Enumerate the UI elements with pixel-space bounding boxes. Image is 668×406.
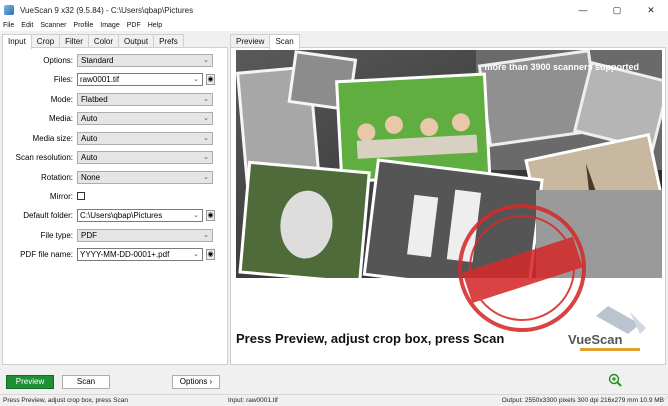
media-select[interactable]: Auto ⌄ xyxy=(77,112,213,125)
vuescan-logo: VueScan xyxy=(568,306,646,351)
chevron-down-icon: ⌄ xyxy=(203,115,209,122)
setting-media-size: Media size: Auto ⌄ xyxy=(3,132,227,146)
setting-default-folder: Default folder: C:\Users\qbap\Pictures ⌄ … xyxy=(3,209,227,223)
resize-grip-icon[interactable]: ⋰ xyxy=(662,395,668,406)
setting-label: Default folder: xyxy=(23,211,73,220)
chevron-down-icon: ⌄ xyxy=(203,154,209,161)
preview-caption: more than 3900 scanners supported xyxy=(484,62,639,72)
vuescan-app-icon xyxy=(4,5,14,15)
setting-label: Media: xyxy=(48,114,73,123)
tab-preview[interactable]: Preview xyxy=(230,34,271,48)
status-output: Output: 2550x3300 pixels 300 dpi 216x279… xyxy=(501,397,664,404)
setting-pdf-file-name: PDF file name: YYYY-MM-DD-0001+.pdf ⌄ ◉ xyxy=(3,248,227,262)
view-file-icon[interactable]: ◉ xyxy=(206,74,215,85)
chevron-down-icon: ⌄ xyxy=(203,135,209,142)
chevron-down-icon: ⌄ xyxy=(203,232,209,239)
view-tabs: Preview Scan xyxy=(230,34,300,49)
setting-label: Mode: xyxy=(50,95,73,104)
setting-rotation: Rotation: None ⌄ xyxy=(3,171,227,185)
preview-button[interactable]: Preview xyxy=(6,375,54,389)
menu-file[interactable]: File xyxy=(3,22,14,29)
settings-tabs: Input Crop Filter Color Output Prefs xyxy=(2,34,184,49)
close-button[interactable]: ✕ xyxy=(634,0,668,20)
logo-text: VueScan xyxy=(568,332,622,347)
menu-scanner[interactable]: Scanner xyxy=(40,22,66,29)
input-settings-panel: Options: Standard ⌄ Files: raw0001.tif ⌄ ◉… xyxy=(2,47,228,365)
chevron-down-icon: ⌄ xyxy=(203,57,209,64)
rotation-select[interactable]: None ⌄ xyxy=(77,171,213,184)
status-message: Press Preview, adjust crop box, press Sc… xyxy=(3,397,129,404)
setting-mirror: Mirror: xyxy=(3,190,227,204)
tab-scan[interactable]: Scan xyxy=(269,34,300,49)
menu-pdf[interactable]: PDF xyxy=(127,22,141,29)
setting-files: Files: raw0001.tif ⌄ ◉ xyxy=(3,73,227,87)
setting-label: File type: xyxy=(40,231,73,240)
view-pdf-icon[interactable]: ◉ xyxy=(206,249,215,260)
setting-label: Files: xyxy=(53,75,73,84)
tab-filter[interactable]: Filter xyxy=(59,34,89,48)
tab-prefs[interactable]: Prefs xyxy=(153,34,184,48)
chevron-down-icon: ⌄ xyxy=(203,96,209,103)
setting-options: Options: Standard ⌄ xyxy=(3,54,227,68)
setting-label: Rotation: xyxy=(40,173,73,182)
tab-input[interactable]: Input xyxy=(2,34,32,49)
setting-scan-resolution: Scan resolution: Auto ⌄ xyxy=(3,151,227,165)
setting-mode: Mode: Flatbed ⌄ xyxy=(3,93,227,107)
sample-photo-collage: more than 3900 scanners supported xyxy=(236,50,662,278)
chevron-down-icon: ⌄ xyxy=(193,212,199,219)
status-input: Input: raw0001.tif xyxy=(228,397,278,404)
chevron-down-icon: ⌄ xyxy=(193,76,199,83)
pdf-file-name-input[interactable]: YYYY-MM-DD-0001+.pdf ⌄ xyxy=(77,248,203,261)
setting-media: Media: Auto ⌄ xyxy=(3,112,227,126)
menu-bar: File Edit Scanner Profile Image PDF Help xyxy=(0,19,668,31)
media-size-select[interactable]: Auto ⌄ xyxy=(77,132,213,145)
options-select[interactable]: Standard ⌄ xyxy=(77,54,213,67)
setting-label: Media size: xyxy=(32,134,73,143)
tab-color[interactable]: Color xyxy=(87,34,120,48)
zoom-in-icon[interactable] xyxy=(608,373,622,387)
maximize-button[interactable]: ▢ xyxy=(600,0,634,20)
files-input[interactable]: raw0001.tif ⌄ xyxy=(77,73,203,86)
setting-label: Mirror: xyxy=(49,192,73,201)
options-button[interactable]: Options › xyxy=(172,375,220,389)
window-title: VueScan 9 x32 (9.5.84) - C:\Users\qbap\P… xyxy=(20,5,194,15)
chevron-down-icon: ⌄ xyxy=(193,251,199,258)
menu-edit[interactable]: Edit xyxy=(21,22,33,29)
tab-output[interactable]: Output xyxy=(118,34,155,48)
minimize-button[interactable]: — xyxy=(566,0,600,20)
title-bar: VueScan 9 x32 (9.5.84) - C:\Users\qbap\P… xyxy=(0,0,668,20)
setting-label: PDF file name: xyxy=(20,250,73,259)
tab-crop[interactable]: Crop xyxy=(30,34,61,48)
chevron-down-icon: ⌄ xyxy=(203,174,209,181)
default-folder-input[interactable]: C:\Users\qbap\Pictures ⌄ xyxy=(77,209,203,222)
photo-collage-graphic: more than 3900 scanners supported xyxy=(236,50,662,278)
scan-button[interactable]: Scan xyxy=(62,375,110,389)
window-controls: — ▢ ✕ xyxy=(566,0,668,20)
mode-select[interactable]: Flatbed ⌄ xyxy=(77,93,213,106)
scan-resolution-select[interactable]: Auto ⌄ xyxy=(77,151,213,164)
setting-label: Scan resolution: xyxy=(15,153,73,162)
setting-file-type: File type: PDF ⌄ xyxy=(3,229,227,243)
view-folder-icon[interactable]: ◉ xyxy=(206,210,215,221)
mirror-checkbox[interactable] xyxy=(77,192,85,200)
status-bar: Press Preview, adjust crop box, press Sc… xyxy=(0,394,668,406)
menu-image[interactable]: Image xyxy=(100,22,119,29)
menu-profile[interactable]: Profile xyxy=(73,22,93,29)
menu-help[interactable]: Help xyxy=(148,22,162,29)
app-window: VueScan 9 x32 (9.5.84) - C:\Users\qbap\P… xyxy=(0,0,668,406)
file-type-select[interactable]: PDF ⌄ xyxy=(77,229,213,242)
setting-label: Options: xyxy=(43,56,73,65)
